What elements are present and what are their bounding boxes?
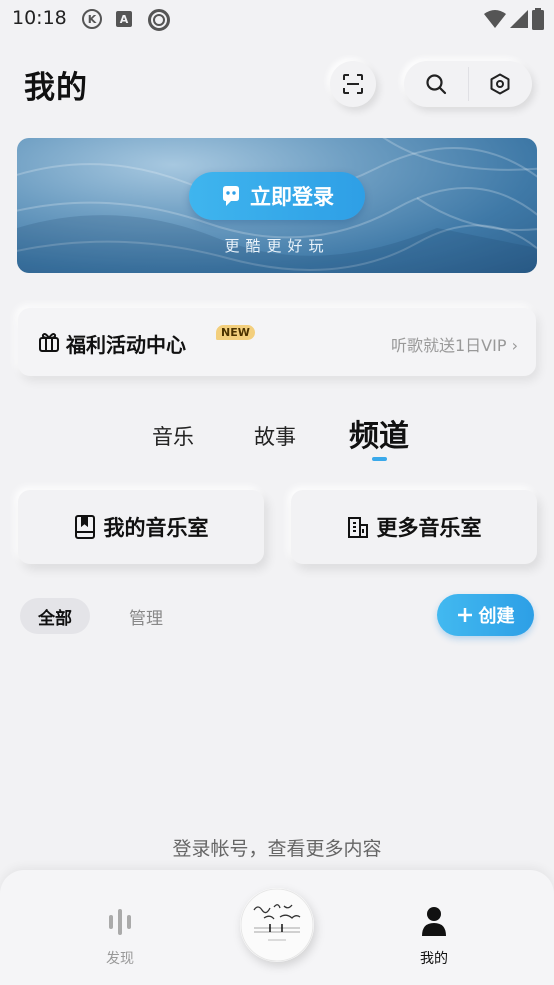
album-cover-icon	[240, 888, 314, 962]
wifi-icon	[484, 10, 506, 28]
create-label: 创建	[478, 606, 515, 627]
tab-indicator	[372, 457, 387, 461]
more-music-rooms-button[interactable]: 更多音乐室	[291, 490, 537, 564]
login-banner: 立即登录 更酷更好玩	[17, 138, 537, 273]
login-label: 立即登录	[250, 185, 334, 209]
welfare-center-card[interactable]: 福利活动中心 NEW 听歌就送1日VIP ›	[18, 308, 536, 376]
search-icon	[426, 74, 446, 95]
status-time: 10:18	[12, 7, 67, 29]
signal-icon	[510, 10, 528, 28]
nav-mine[interactable]: 我的	[394, 904, 474, 968]
nav-mine-label: 我的	[420, 951, 448, 967]
gift-icon	[39, 333, 59, 352]
create-button[interactable]: 创建	[437, 594, 534, 636]
new-badge: NEW	[216, 325, 255, 340]
waveform-icon	[109, 909, 131, 935]
nav-discover[interactable]: 发现	[80, 904, 160, 968]
banner-subtitle: 更酷更好玩	[224, 237, 330, 255]
circle-app-icon	[148, 9, 170, 31]
my-music-room-button[interactable]: 我的音乐室	[18, 490, 264, 564]
filter-all-chip[interactable]: 全部	[20, 598, 90, 634]
tab-music[interactable]: 音乐	[152, 421, 194, 451]
welfare-promo[interactable]: 听歌就送1日VIP ›	[391, 332, 518, 356]
more-music-rooms-label: 更多音乐室	[376, 516, 482, 540]
settings-hex-icon	[490, 73, 510, 95]
now-playing-disc[interactable]	[240, 888, 314, 962]
search-button[interactable]	[404, 61, 468, 107]
battery-icon	[532, 8, 544, 30]
book-icon	[74, 515, 95, 539]
scan-button[interactable]	[330, 61, 376, 107]
manage-link[interactable]: 管理	[129, 604, 163, 629]
nav-discover-label: 发现	[106, 951, 134, 967]
k-icon: K	[82, 9, 102, 29]
welfare-promo-text: 听歌就送1日VIP	[391, 336, 507, 355]
chevron-right-icon: ›	[511, 336, 518, 355]
status-bar: 10:18 K A	[0, 0, 554, 40]
tab-channel[interactable]: 频道	[349, 411, 409, 455]
robot-face-icon	[223, 186, 239, 206]
login-button[interactable]: 立即登录	[189, 172, 365, 220]
settings-button[interactable]	[469, 61, 533, 107]
my-music-room-label: 我的音乐室	[103, 516, 209, 540]
scan-icon	[343, 74, 363, 94]
tab-story[interactable]: 故事	[254, 421, 296, 451]
person-icon	[422, 907, 446, 936]
welfare-title: 福利活动中心	[66, 333, 186, 357]
plus-icon	[457, 608, 472, 622]
system-status-icons	[484, 8, 544, 30]
header-actions	[404, 61, 532, 107]
empty-state-hint: 登录帐号，查看更多内容	[172, 838, 382, 860]
page-title: 我的	[24, 70, 88, 106]
building-icon	[347, 517, 368, 538]
a-icon: A	[116, 11, 132, 27]
